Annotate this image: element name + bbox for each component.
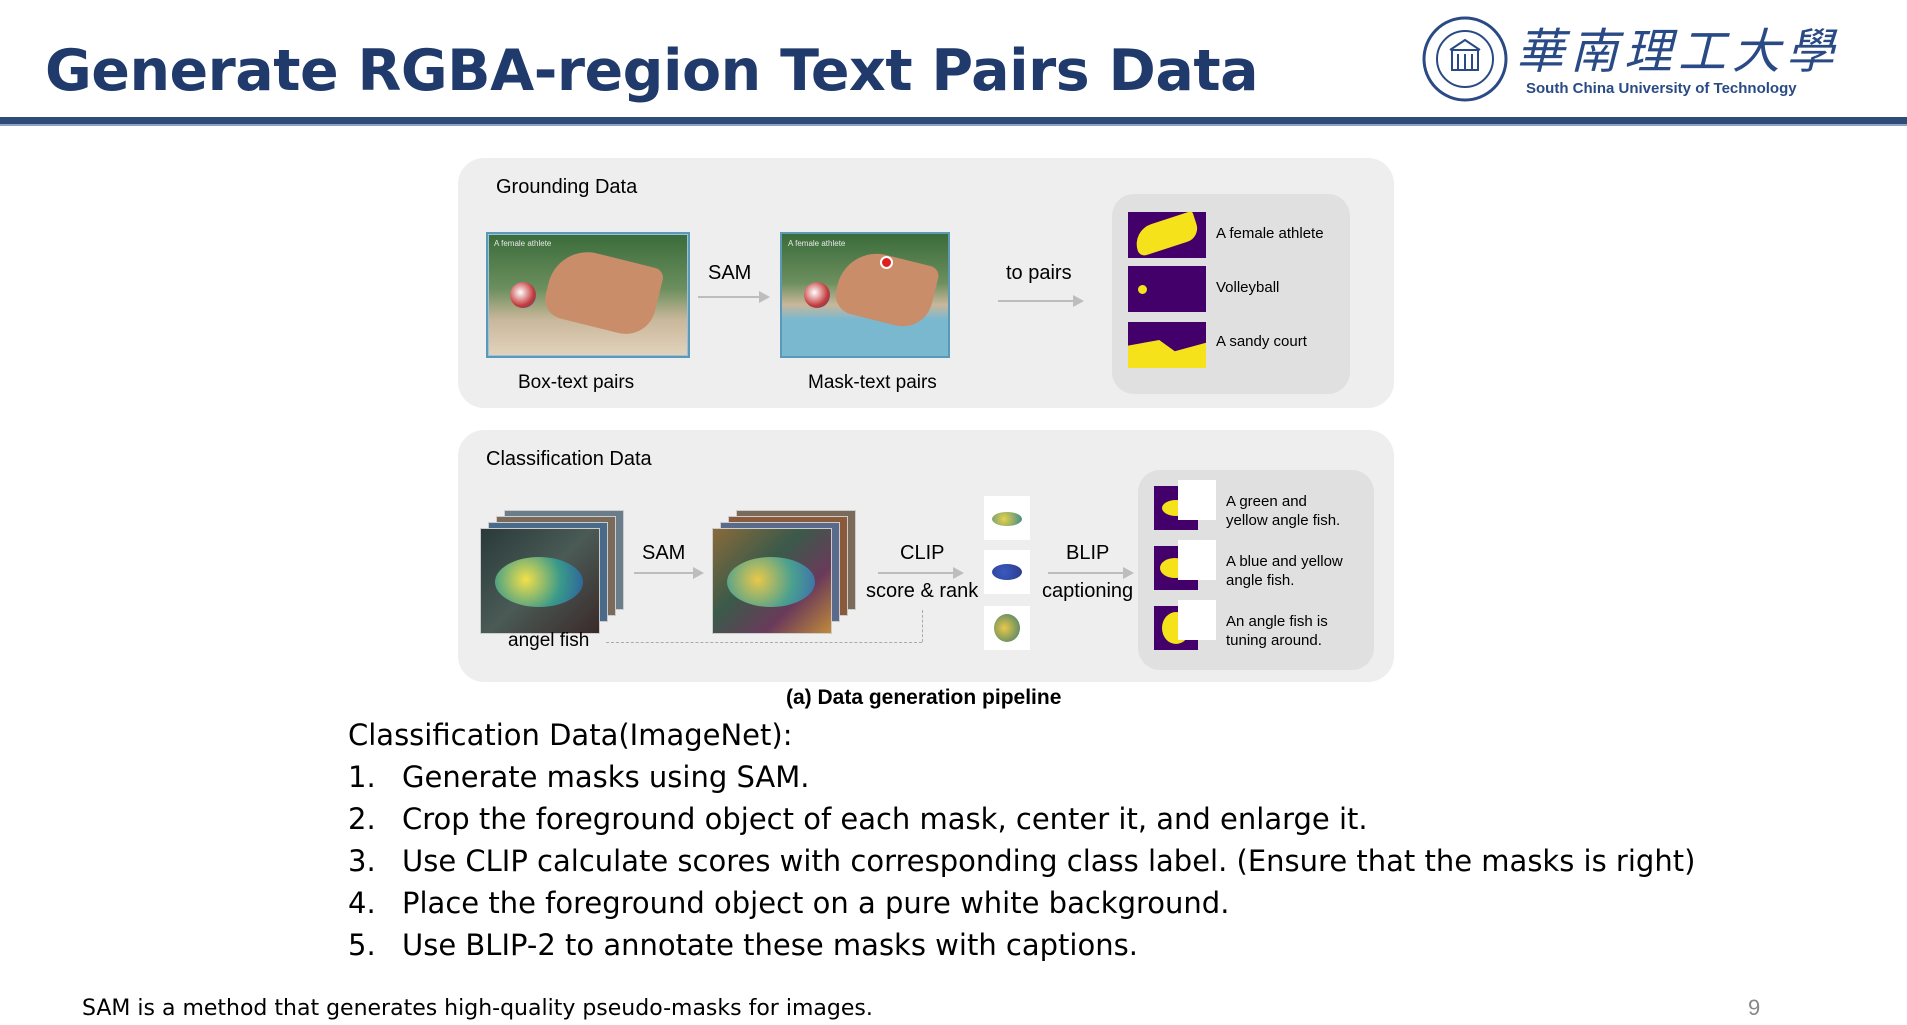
fish-caption-3-line1: An angle fish is [1226, 613, 1328, 630]
list-intro: Classification Data(ImageNet): [348, 718, 793, 752]
header-rule-light [0, 124, 1907, 126]
box-text-image: A female athlete [486, 232, 690, 358]
figure-caption: (a) Data generation pipeline [786, 686, 1062, 709]
pair-caption-2: Volleyball [1216, 279, 1280, 296]
mask-box-label: A female athlete [788, 239, 846, 248]
fish-caption-2-line2: angle fish. [1226, 572, 1295, 589]
mask-text-image: A female athlete [780, 232, 950, 358]
mask-volleyball-figure [804, 282, 830, 308]
pair-caption-3: A sandy court [1216, 333, 1307, 350]
angel-fish-caption: angel fish [508, 630, 590, 651]
classification-captions-panel: A green and yellow angle fish. A blue an… [1138, 470, 1374, 670]
grounding-heading: Grounding Data [496, 176, 638, 198]
classification-sam-label: SAM [642, 542, 686, 564]
list-item-text: Generate masks using SAM. [402, 760, 810, 794]
clip-arrow [878, 567, 964, 579]
box-text-caption: Box-text pairs [518, 372, 635, 393]
segmented-fish-image [712, 528, 832, 634]
list-item-number: 5. [348, 928, 376, 962]
list-item-number: 4. [348, 886, 376, 920]
to-pairs-label: to pairs [1006, 262, 1072, 284]
fish-caption-3-line2: tuning around. [1226, 632, 1322, 649]
blip-label: BLIP [1066, 542, 1110, 564]
cropped-fish-3 [984, 606, 1030, 650]
cropped-fish-2 [984, 550, 1030, 594]
point-prompt-icon [880, 256, 893, 269]
grounding-sam-label: SAM [708, 262, 752, 284]
pair-mask-athlete [1128, 210, 1206, 258]
pair-caption-1: A female athlete [1216, 225, 1324, 242]
grounding-panel: Grounding Data A female athlete Box-text… [458, 158, 1394, 408]
masked-image-stack [712, 510, 862, 634]
university-name-cn: 華南理工大學 [1516, 24, 1841, 80]
list-item: 5. Use BLIP-2 to annotate these masks wit… [348, 928, 1138, 962]
pair-mask-volleyball [1128, 266, 1206, 312]
clip-score-label: score & rank [866, 580, 979, 602]
clip-label: CLIP [900, 542, 945, 564]
list-item: 4. Place the foreground object on a pure … [348, 886, 1229, 920]
list-item: 3. Use CLIP calculate scores with corresp… [348, 844, 1695, 878]
input-image-stack [480, 510, 630, 634]
to-pairs-arrow [998, 295, 1084, 307]
fish-caption-1-line1: A green and [1226, 493, 1307, 510]
university-name-en: South China University of Technology [1526, 80, 1797, 97]
page-number: 9 [1748, 995, 1761, 1020]
university-seal-icon [1422, 16, 1508, 102]
blip-arrow [1048, 567, 1134, 579]
box-label: A female athlete [494, 239, 552, 248]
fish-caption-1-line2: yellow angle fish. [1226, 512, 1341, 529]
list-item-text: Use CLIP calculate scores with correspon… [402, 844, 1696, 878]
pair-mask-court [1128, 322, 1206, 368]
list-item-number: 3. [348, 844, 376, 878]
list-item-number: 2. [348, 802, 376, 836]
list-item-text: Crop the foreground object of each mask,… [402, 802, 1368, 836]
footnote: SAM is a method that generates high-qual… [82, 996, 873, 1021]
slide-title: Generate RGBA-region Text Pairs Data [45, 38, 1259, 104]
angel-fish-image [480, 528, 600, 634]
list-item: 1. Generate masks using SAM. [348, 760, 810, 794]
list-item: 2. Crop the foreground object of each mas… [348, 802, 1368, 836]
cropped-fish-1 [984, 496, 1030, 540]
fish-caption-2-line1: A blue and yellow [1226, 553, 1343, 570]
feedback-dashed-up [922, 610, 923, 642]
classification-heading: Classification Data [486, 448, 652, 470]
classification-panel: Classification Data angel fish SAM CLIP … [458, 430, 1394, 682]
header-rule [0, 117, 1907, 124]
caption-thumb-2 [1178, 540, 1216, 580]
list-item-text: Place the foreground object on a pure wh… [402, 886, 1230, 920]
caption-thumb-3 [1178, 600, 1216, 640]
volleyball-figure [510, 282, 536, 308]
grounding-pairs-panel: A female athlete Volleyball A sandy cour… [1112, 194, 1350, 394]
feedback-dashed-line [606, 642, 922, 643]
mask-text-caption: Mask-text pairs [808, 372, 937, 393]
list-item-number: 1. [348, 760, 376, 794]
list-item-text: Use BLIP-2 to annotate these masks with … [402, 928, 1138, 962]
grounding-sam-arrow [698, 291, 770, 303]
blip-captioning-label: captioning [1042, 580, 1134, 602]
caption-thumb-1 [1178, 480, 1216, 520]
classification-sam-arrow [634, 567, 704, 579]
